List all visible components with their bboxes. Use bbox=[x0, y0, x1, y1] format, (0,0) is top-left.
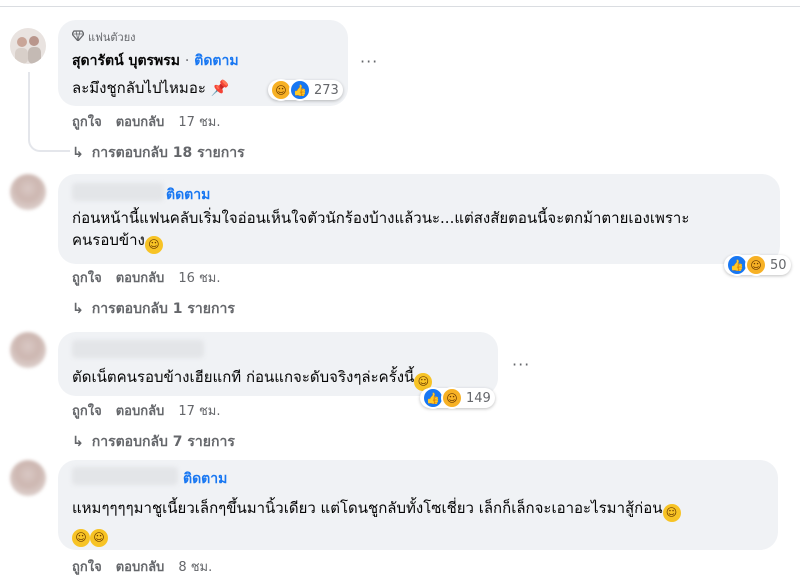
grinning-sweat-emoji: ☺ bbox=[72, 529, 90, 547]
separator-dot: · bbox=[184, 53, 190, 69]
reply-arrow-icon: ↳ bbox=[72, 145, 84, 161]
view-replies-button[interactable]: ↳ การตอบกลับ 18 รายการ bbox=[72, 142, 245, 164]
haha-reaction-icon: ☺ bbox=[441, 387, 463, 409]
follow-link[interactable]: ติดตาม bbox=[166, 184, 210, 206]
like-button[interactable]: ถูกใจ bbox=[72, 400, 102, 421]
more-options-button[interactable]: ··· bbox=[512, 355, 530, 374]
replies-label: การตอบกลับ 7 รายการ bbox=[91, 434, 235, 450]
fan-badge: แฟนตัวยง bbox=[71, 28, 136, 46]
reply-arrow-icon: ↳ bbox=[72, 434, 84, 450]
comment-actions: ถูกใจ ตอบกลับ 17 ชม. bbox=[72, 111, 221, 132]
more-options-button[interactable]: ··· bbox=[360, 52, 378, 71]
like-button[interactable]: ถูกใจ bbox=[72, 556, 102, 577]
reply-button[interactable]: ตอบกลับ bbox=[116, 556, 165, 577]
reply-button[interactable]: ตอบกลับ bbox=[116, 111, 165, 132]
diamond-icon bbox=[71, 30, 85, 44]
grinning-sweat-emoji: ☺ bbox=[662, 504, 681, 522]
reaction-count: 273 bbox=[314, 82, 339, 98]
avatar[interactable] bbox=[10, 332, 46, 368]
laughing-emoji: ☺ bbox=[144, 236, 163, 254]
comment-author: สุดารัตน์ บุตรพรม · ติดตาม bbox=[72, 50, 239, 72]
timestamp[interactable]: 17 ชม. bbox=[178, 400, 220, 421]
avatar[interactable] bbox=[10, 174, 46, 210]
reply-button[interactable]: ตอบกลับ bbox=[116, 267, 165, 288]
like-reaction-icon: 👍 bbox=[289, 79, 311, 101]
timestamp[interactable]: 16 ชม. bbox=[178, 267, 220, 288]
blurred-author-name bbox=[72, 467, 178, 485]
avatar[interactable] bbox=[10, 460, 46, 496]
reactions-summary[interactable]: ☺ 👍 273 bbox=[268, 79, 343, 101]
author-name[interactable]: สุดารัตน์ บุตรพรม bbox=[72, 53, 180, 69]
replies-label: การตอบกลับ 18 รายการ bbox=[91, 145, 245, 161]
reply-button[interactable]: ตอบกลับ bbox=[116, 400, 165, 421]
reactions-summary[interactable]: 👍 ☺ 50 bbox=[724, 254, 791, 276]
comment-text: ก่อนหน้านี้แฟนคลับเริ่มใจอ่อนเห็นใจตัวนั… bbox=[72, 207, 772, 254]
comment-text: ตัดเน็ตคนรอบข้างเฮียแกที ก่อนแกจะดับจริง… bbox=[72, 366, 433, 391]
replies-label: การตอบกลับ 1 รายการ bbox=[91, 301, 235, 317]
grinning-sweat-emoji: ☺ bbox=[90, 529, 108, 547]
badge-label: แฟนตัวยง bbox=[88, 31, 136, 44]
follow-link[interactable]: ติดตาม bbox=[183, 468, 227, 490]
view-replies-button[interactable]: ↳ การตอบกลับ 7 รายการ bbox=[72, 431, 235, 453]
reaction-count: 149 bbox=[466, 390, 491, 406]
avatar[interactable] bbox=[10, 28, 46, 64]
comment-actions: ถูกใจ ตอบกลับ 8 ชม. bbox=[72, 556, 212, 577]
comment-text: แหมๆๆๆๆมาชูเนี้ยวเล็กๆขึ้นมานิ้วเดียว แต… bbox=[72, 497, 772, 547]
timestamp[interactable]: 17 ชม. bbox=[178, 111, 220, 132]
comment-actions: ถูกใจ ตอบกลับ 16 ชม. bbox=[72, 267, 221, 288]
pushpin-emoji: 📌 bbox=[210, 79, 230, 97]
comment-text: ละมึงชูกลับไปไหมอะ 📌 bbox=[72, 79, 230, 97]
like-button[interactable]: ถูกใจ bbox=[72, 111, 102, 132]
timestamp[interactable]: 8 ชม. bbox=[178, 556, 212, 577]
top-divider bbox=[0, 0, 800, 7]
reaction-count: 50 bbox=[770, 257, 787, 273]
blurred-author-name bbox=[72, 183, 164, 201]
reply-arrow-icon: ↳ bbox=[72, 301, 84, 317]
follow-link[interactable]: ติดตาม bbox=[194, 53, 238, 69]
view-replies-button[interactable]: ↳ การตอบกลับ 1 รายการ bbox=[72, 298, 235, 320]
blurred-author-name bbox=[72, 340, 204, 358]
comment-actions: ถูกใจ ตอบกลับ 17 ชม. bbox=[72, 400, 221, 421]
like-button[interactable]: ถูกใจ bbox=[72, 267, 102, 288]
haha-reaction-icon: ☺ bbox=[745, 254, 767, 276]
reactions-summary[interactable]: 👍 ☺ 149 bbox=[420, 387, 495, 409]
